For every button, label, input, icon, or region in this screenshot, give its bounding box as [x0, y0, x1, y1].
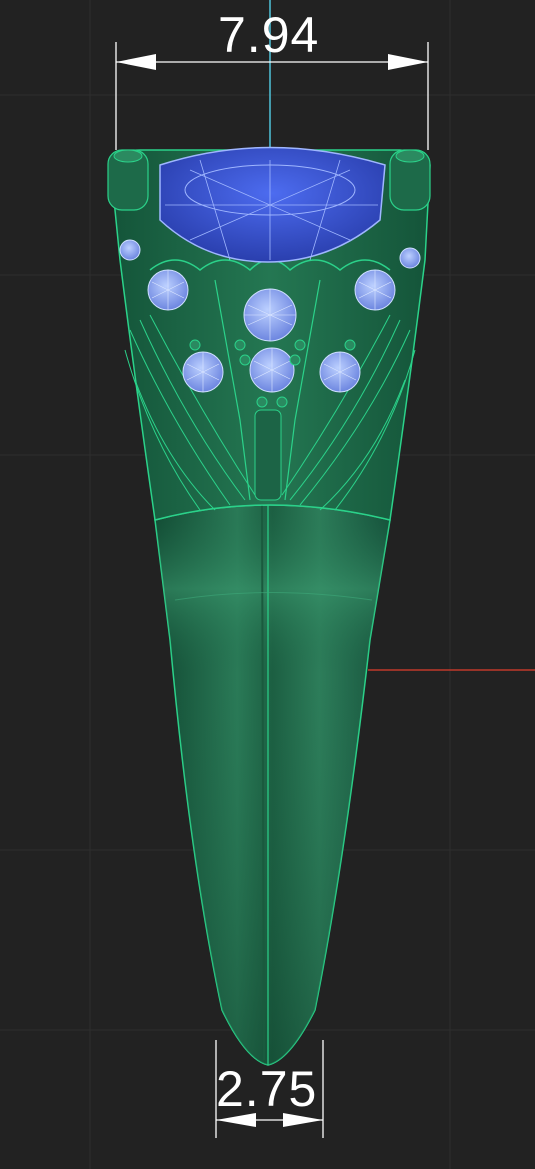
side-stone: [119, 239, 141, 261]
ring-shank[interactable]: [154, 504, 391, 1066]
side-stone: [319, 351, 361, 393]
side-stone: [354, 269, 396, 311]
side-stone: [243, 288, 297, 342]
side-stone: [182, 351, 224, 393]
ring-model-scene[interactable]: [0, 0, 535, 1169]
dimension-arrow-left: [116, 54, 156, 70]
cad-viewport[interactable]: 7.94 2.75: [0, 0, 535, 1169]
side-stone: [399, 247, 421, 269]
dimension-arrow-right: [388, 54, 428, 70]
side-stone: [147, 269, 189, 311]
dimension-bottom-value[interactable]: 2.75: [216, 1064, 317, 1114]
side-stone: [249, 347, 295, 393]
dimension-top-value[interactable]: 7.94: [218, 10, 319, 60]
